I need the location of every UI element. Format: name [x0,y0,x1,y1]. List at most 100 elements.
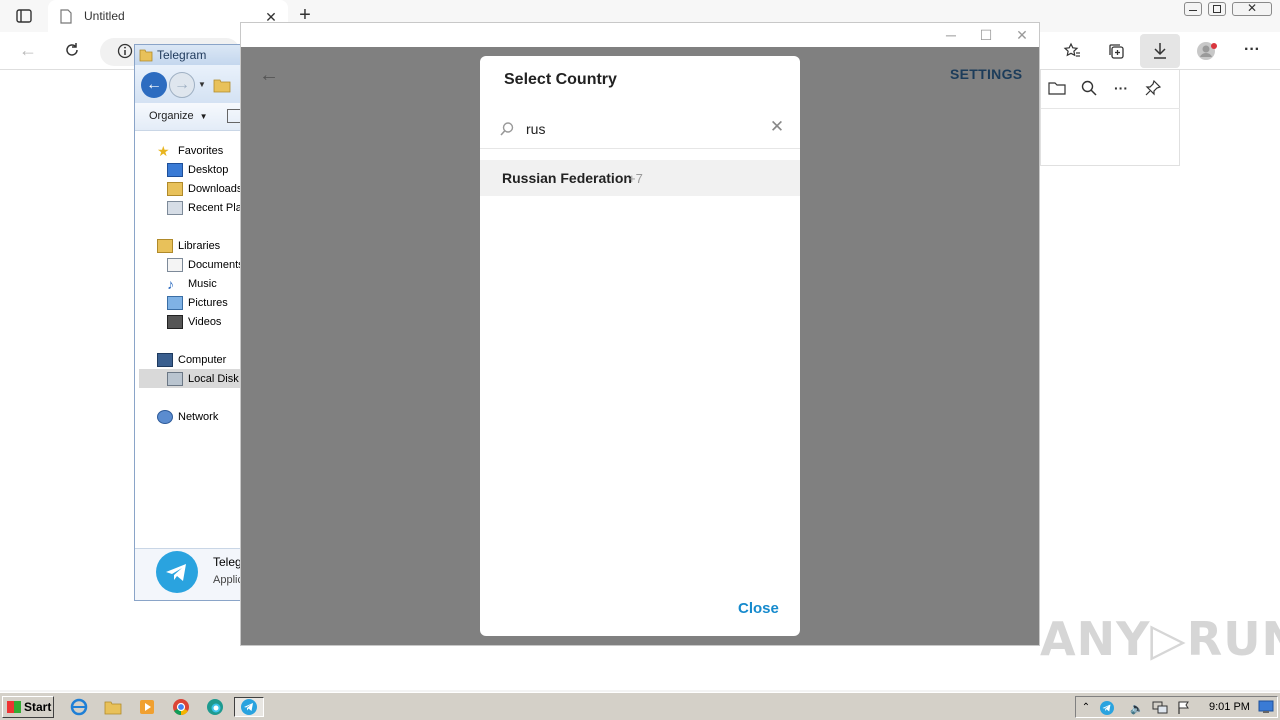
page-icon [58,7,74,25]
file-name: Teleg [213,555,242,569]
show-desktop-icon[interactable] [1258,700,1274,714]
refresh-icon[interactable] [62,40,82,60]
select-country-dialog: Select Country ✕ Russian Federation +7 C… [480,56,800,636]
tree-label: Favorites [178,144,224,157]
telegram-taskbar-icon[interactable] [234,697,264,717]
tg-minimize-icon[interactable]: ─ [943,27,959,43]
watermark: ANY▷RUN [1040,612,1280,666]
navigation-tree: ★ Favorites Desktop Downloads Recent Pla… [135,131,253,545]
tree-label: Desktop [188,163,229,176]
tree-label: Local Disk ( [188,372,246,385]
search-downloads-icon[interactable] [1079,78,1099,98]
start-label: Start [24,700,52,714]
star-icon: ★ [157,142,170,159]
organize-label: Organize [149,110,194,122]
libraries-icon [157,238,173,253]
tree-item-music[interactable]: ♪ Music [167,274,217,293]
downloads-icon[interactable] [1140,34,1180,68]
close-window-button[interactable]: ✕ [1232,1,1272,16]
profile-avatar[interactable] [1196,40,1218,62]
pin-icon[interactable] [1143,78,1163,98]
network-icon [157,409,173,424]
tg-close-icon[interactable]: ✕ [1014,27,1030,43]
tree-item-network[interactable]: Network [157,407,218,426]
telegram-tray-icon[interactable] [1098,699,1116,717]
network-status-icon[interactable] [1152,700,1168,716]
tree-item-documents[interactable]: Documents [167,255,244,274]
search-icon [498,120,516,138]
dialog-title: Select Country [504,71,617,88]
tree-label: Downloads [188,182,243,195]
panel-divider [1041,108,1180,109]
downloads-panel: ··· [1040,70,1180,166]
pictures-icon [167,295,183,310]
more-options-icon[interactable]: ··· [1242,40,1262,60]
tree-item-computer[interactable]: Computer [157,350,226,369]
country-search: ✕ [480,110,800,150]
explorer-taskbar-icon[interactable] [102,697,124,717]
edge-icon[interactable] [204,697,226,717]
tree-item-recent[interactable]: Recent Plac [167,198,247,217]
taskbar: Start ⌃ 🔈 9:01 PM [0,692,1280,720]
desktop-icon [167,162,183,177]
videos-icon [167,314,183,329]
back-arrow-icon[interactable]: ← [141,72,167,98]
tab-actions-icon[interactable] [14,7,34,25]
back-arrow-icon[interactable]: ← [258,64,280,86]
tree-label: Videos [188,315,222,328]
panel-more-icon[interactable]: ··· [1111,78,1131,98]
ie-icon[interactable] [68,697,90,717]
favorites-icon[interactable] [1062,41,1082,61]
minimize-button[interactable] [1184,2,1202,16]
explorer-commandbar: Organize ▼ [135,103,253,131]
recent-places-icon [167,200,183,215]
path-folder-icon [211,75,233,95]
tree-label: Documents [188,258,244,271]
media-player-icon[interactable] [136,697,158,717]
clear-search-icon[interactable]: ✕ [768,117,786,136]
country-name: Russian Federation [502,170,632,186]
tg-maximize-icon[interactable]: ☐ [978,27,994,43]
explorer-navbar: ← → ▼ [135,65,253,103]
open-folder-icon[interactable] [1047,78,1067,98]
downloads-folder-icon [167,181,183,196]
site-info-icon[interactable] [116,42,134,60]
start-button[interactable]: Start [2,696,54,718]
folder-icon [139,48,153,62]
collections-icon[interactable] [1106,41,1126,61]
organize-button[interactable]: Organize ▼ [149,110,208,122]
tree-item-favorites[interactable]: ★ Favorites [157,141,223,160]
dropdown-arrow-icon: ▼ [199,111,208,121]
country-code: +7 [628,171,643,186]
search-divider [480,148,800,149]
tree-label: Libraries [178,239,221,252]
back-icon[interactable]: ← [18,40,38,60]
tree-item-downloads[interactable]: Downloads [167,179,242,198]
action-center-flag-icon[interactable] [1176,700,1192,716]
music-icon: ♪ [167,275,174,292]
show-hidden-icons-icon[interactable]: ⌃ [1080,699,1092,715]
view-options-icon[interactable] [227,109,241,123]
tree-item-local-disk[interactable]: Local Disk ( [139,369,253,388]
system-tray: ⌃ 🔈 9:01 PM [1075,696,1278,718]
tree-item-pictures[interactable]: Pictures [167,293,228,312]
close-button[interactable]: Close [738,600,779,617]
documents-icon [167,257,183,272]
volume-icon[interactable]: 🔈 [1128,699,1146,717]
tree-item-libraries[interactable]: Libraries [157,236,220,255]
country-list-item[interactable]: Russian Federation +7 [480,160,800,196]
tree-label: Network [178,410,219,423]
forward-arrow-icon[interactable]: → [169,72,195,98]
tree-label: Pictures [188,296,228,309]
search-input[interactable] [526,118,756,140]
tree-item-videos[interactable]: Videos [167,312,221,331]
history-dropdown-icon[interactable]: ▼ [197,79,207,89]
restore-button[interactable] [1208,2,1226,16]
chrome-icon[interactable] [170,697,192,717]
settings-link[interactable]: SETTINGS [950,66,1022,82]
tab-title: Untitled [84,9,125,23]
tree-label: Music [188,277,217,290]
tree-item-desktop[interactable]: Desktop [167,160,228,179]
telegram-titlebar: ─ ☐ ✕ [241,23,1039,47]
windows-logo-icon [7,701,21,713]
